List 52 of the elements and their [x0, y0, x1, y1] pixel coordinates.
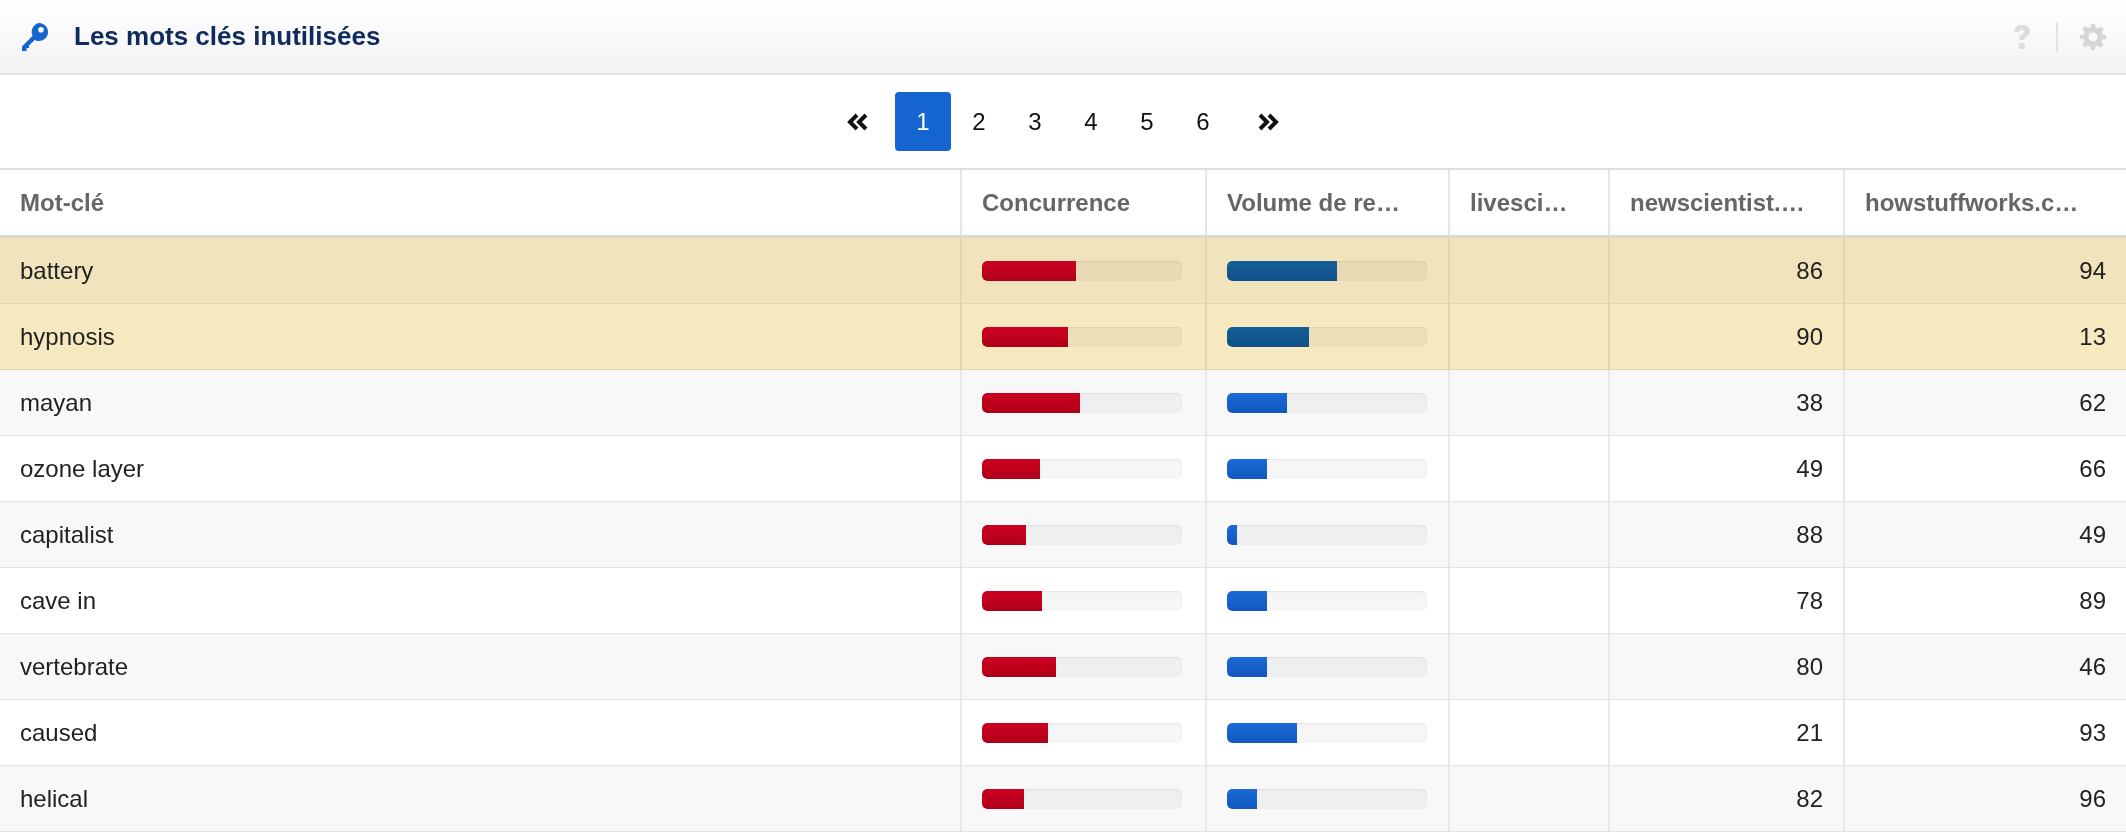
table-row[interactable]: mayan 38 62	[0, 370, 2126, 436]
table-row[interactable]: battery 86 94	[0, 238, 2126, 304]
keyword-cell: capitalist	[20, 520, 114, 549]
keyword-cell: hypnosis	[20, 322, 115, 351]
panel-title: Les mots clés inutilisées	[74, 21, 382, 52]
table-cell: 96	[2079, 784, 2106, 813]
table-cell: 38	[1796, 388, 1823, 417]
table-row[interactable]: hypnosis 90 13	[0, 304, 2126, 370]
column-header[interactable]: Mot-clé	[0, 170, 960, 235]
keyword-cell: mayan	[20, 388, 93, 417]
table-cell: 49	[1796, 454, 1823, 483]
page-button[interactable]: 4	[1063, 92, 1119, 151]
column-header[interactable]: howstuffworks.c…	[1843, 170, 2126, 235]
page-button[interactable]: 3	[1007, 92, 1063, 151]
table-cell: 78	[1796, 586, 1823, 615]
double-chevron-left-icon[interactable]	[847, 112, 869, 131]
key-icon	[22, 22, 48, 51]
table-row[interactable]: cave in 78 89	[0, 568, 2126, 634]
table-row[interactable]: vertebrate 80 46	[0, 634, 2126, 700]
keyword-cell: caused	[20, 718, 98, 747]
table-row[interactable]: ozone layer 49 66	[0, 436, 2126, 502]
table-cell: 49	[2079, 520, 2106, 549]
table-cell: 88	[1796, 520, 1823, 549]
table-cell: 94	[2079, 256, 2106, 285]
keyword-cell: vertebrate	[20, 652, 129, 681]
table-cell: 62	[2079, 388, 2106, 417]
keyword-cell: battery	[20, 256, 94, 285]
keyword-cell: helical	[20, 784, 89, 813]
table-cell: 66	[2079, 454, 2106, 483]
double-chevron-right-icon[interactable]	[1257, 112, 1279, 131]
page-button[interactable]: 5	[1119, 92, 1175, 151]
keyword-cell: ozone layer	[20, 454, 145, 483]
keyword-cell: cave in	[20, 586, 97, 615]
table-cell: 82	[1796, 784, 1823, 813]
column-header[interactable]: livesci…	[1448, 170, 1608, 235]
column-header[interactable]: newscientist.…	[1608, 170, 1843, 235]
table-cell: 13	[2079, 322, 2106, 351]
table-cell: 21	[1796, 718, 1823, 747]
table-cell: 86	[1796, 256, 1823, 285]
table-cell: 90	[1796, 322, 1823, 351]
page-button[interactable]: 1	[895, 92, 951, 151]
table-row[interactable]: capitalist 88 49	[0, 502, 2126, 568]
table-row[interactable]: helical 82 96	[0, 766, 2126, 832]
table-cell: 93	[2079, 718, 2106, 747]
page-button[interactable]: 6	[1175, 92, 1231, 151]
table-cell: 46	[2079, 652, 2106, 681]
column-header[interactable]: Concurrence	[960, 170, 1205, 235]
table-row[interactable]: caused 21 93	[0, 700, 2126, 766]
table-cell: 89	[2079, 586, 2106, 615]
page-button[interactable]: 2	[951, 92, 1007, 151]
table-cell: 80	[1796, 652, 1823, 681]
column-header[interactable]: Volume de re…	[1205, 170, 1448, 235]
